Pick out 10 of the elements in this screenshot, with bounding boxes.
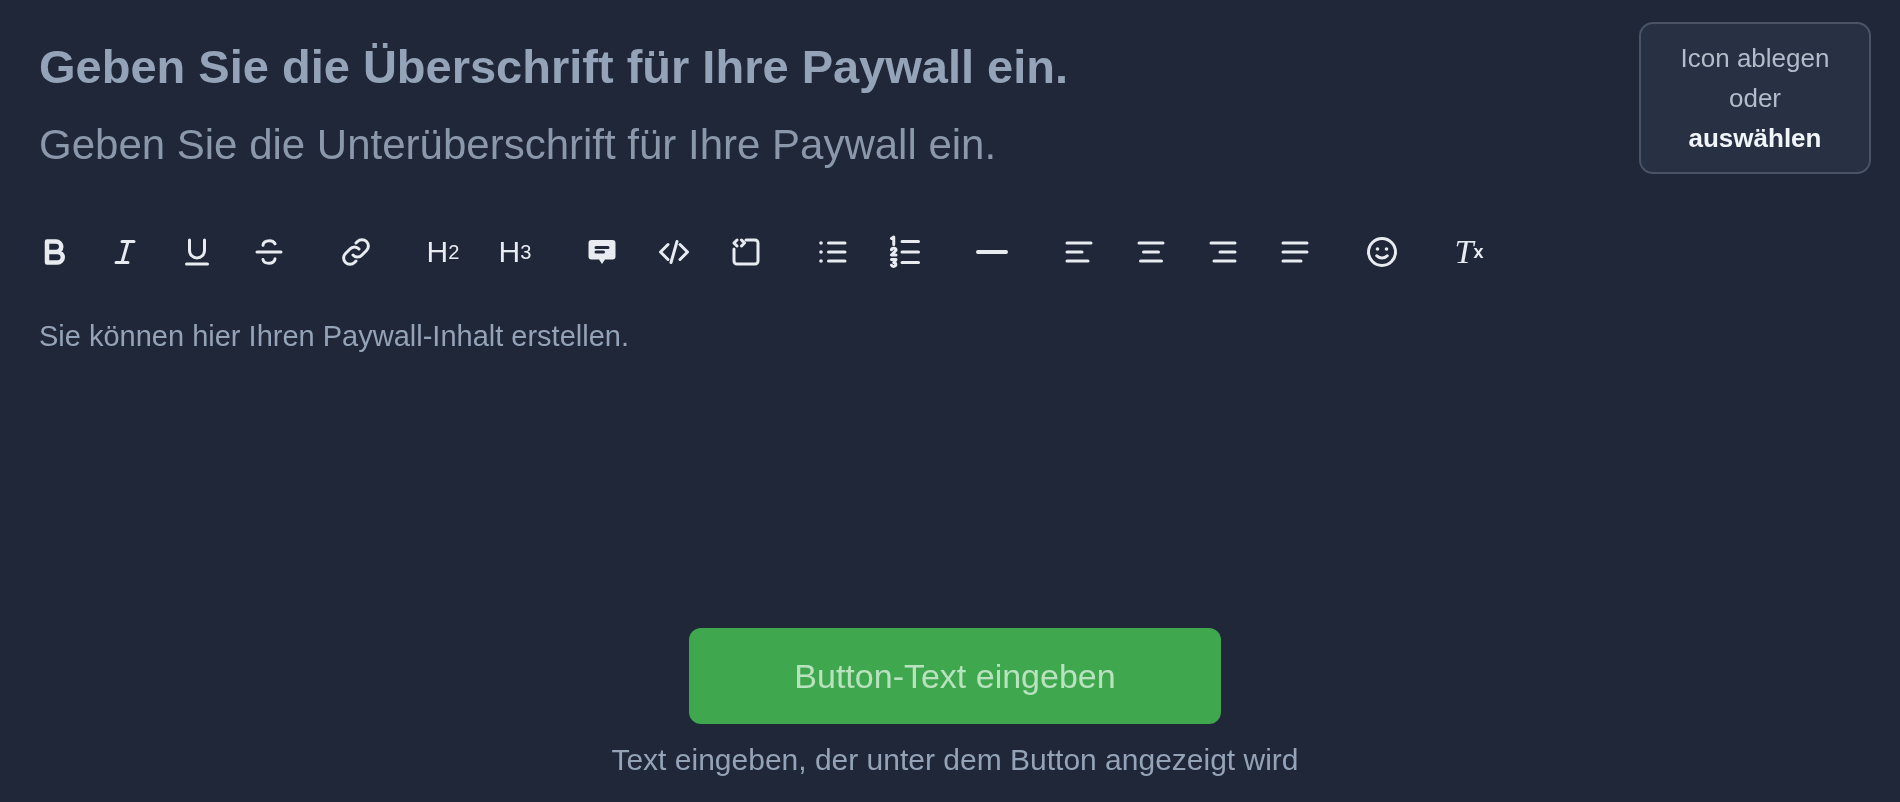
icon-drop-zone[interactable]: Icon ablegen oder auswählen	[1639, 22, 1871, 174]
content-editor[interactable]: Sie können hier Ihren Paywall-Inhalt erstellen.	[39, 320, 1239, 628]
smiley-icon	[1364, 234, 1400, 270]
subheading-field[interactable]: Geben Sie die Unterüberschrift für Ihre Paywall ein.	[39, 120, 1289, 170]
choose-link[interactable]: auswählen	[1688, 118, 1822, 158]
numbered-list-icon	[887, 234, 923, 270]
caption-field[interactable]: Text eingeben, der unter dem Button angezeigt wird	[455, 743, 1455, 777]
button-text-field[interactable]: Button-Text eingeben	[689, 628, 1221, 724]
heading-field[interactable]: Geben Sie die Überschrift für Ihre Paywall ein.	[39, 38, 1289, 94]
horizontal-rule-icon	[974, 248, 1010, 256]
